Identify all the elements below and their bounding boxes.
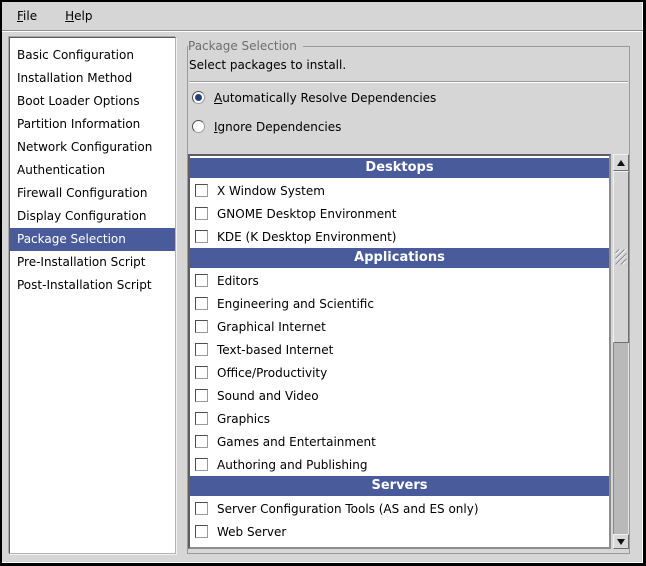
radio-unselected-icon[interactable]: [192, 120, 205, 133]
radio-automatically-resolve-dependencies[interactable]: Automatically Resolve Dependencies: [192, 90, 436, 105]
package-label: Web Server: [217, 525, 286, 539]
package-row-sound-and-video[interactable]: Sound and Video: [190, 384, 609, 407]
vertical-scrollbar[interactable]: [613, 154, 629, 549]
sidebar-item-firewall-configuration[interactable]: Firewall Configuration: [10, 182, 175, 205]
package-row-editors[interactable]: Editors: [190, 269, 609, 292]
checkbox-unchecked-icon[interactable]: [195, 320, 208, 333]
package-label: GNOME Desktop Environment: [217, 207, 396, 221]
package-label: X Window System: [217, 184, 325, 198]
checkbox-unchecked-icon[interactable]: [195, 366, 208, 379]
package-label: Editors: [217, 274, 259, 288]
package-list: Desktops X Window System GNOME Desktop Env…: [188, 154, 611, 549]
package-row-server-configuration-tools-as-and-es-only[interactable]: Server Configuration Tools (AS and ES on…: [190, 497, 609, 520]
checkbox-unchecked-icon[interactable]: [195, 230, 208, 243]
sidebar-item-display-configuration[interactable]: Display Configuration: [10, 205, 175, 228]
sidebar-item-partition-information[interactable]: Partition Information: [10, 113, 175, 136]
radio-label: Ignore Dependencies: [214, 120, 341, 134]
package-row-gnome-desktop-environment[interactable]: GNOME Desktop Environment: [190, 202, 609, 225]
arrow-up-icon: [617, 160, 625, 166]
package-label: Engineering and Scientific: [217, 297, 374, 311]
section-header-desktops: Desktops: [190, 158, 609, 178]
sidebar-item-pre-installation-script[interactable]: Pre-Installation Script: [10, 251, 175, 274]
radio-dot-icon: [195, 94, 202, 101]
checkbox-unchecked-icon[interactable]: [195, 184, 208, 197]
package-list-box: Desktops X Window System GNOME Desktop Env…: [188, 154, 629, 549]
frame-title: Package Selection: [188, 39, 303, 54]
scroll-up-button[interactable]: [613, 154, 629, 171]
menu-item-help[interactable]: Help: [60, 6, 97, 26]
package-label: Authoring and Publishing: [217, 458, 368, 472]
menubar-separator: [2, 30, 643, 32]
package-label: Server Configuration Tools (AS and ES on…: [217, 502, 479, 516]
sidebar-item-boot-loader-options[interactable]: Boot Loader Options: [10, 90, 175, 113]
checkbox-unchecked-icon[interactable]: [195, 525, 208, 538]
package-row-x-window-system[interactable]: X Window System: [190, 179, 609, 202]
arrow-down-icon: [617, 539, 625, 545]
menubar: File Help: [2, 2, 643, 30]
package-row-office-productivity[interactable]: Office/Productivity: [190, 361, 609, 384]
checkbox-unchecked-icon[interactable]: [195, 389, 208, 402]
radio-ignore-dependencies[interactable]: Ignore Dependencies: [192, 119, 341, 134]
kickstart-configurator-window: File Help Basic ConfigurationInstallation…: [0, 0, 646, 566]
checkbox-unchecked-icon[interactable]: [195, 343, 208, 356]
checkbox-unchecked-icon[interactable]: [195, 274, 208, 287]
package-label: Text-based Internet: [217, 343, 333, 357]
package-row-graphics[interactable]: Graphics: [190, 407, 609, 430]
sidebar-item-authentication[interactable]: Authentication: [10, 159, 175, 182]
checkbox-unchecked-icon[interactable]: [195, 297, 208, 310]
package-label: Sound and Video: [217, 389, 319, 403]
package-row-kde-k-desktop-environment[interactable]: KDE (K Desktop Environment): [190, 225, 609, 248]
sidebar-item-basic-configuration[interactable]: Basic Configuration: [10, 44, 175, 67]
sidebar-category-list: Basic ConfigurationInstallation MethodBo…: [9, 37, 176, 554]
instruction-text: Select packages to install.: [189, 58, 346, 72]
sidebar-item-package-selection[interactable]: Package Selection: [10, 228, 175, 251]
package-row-web-server[interactable]: Web Server: [190, 520, 609, 543]
checkbox-unchecked-icon[interactable]: [195, 207, 208, 220]
radio-selected-icon[interactable]: [192, 91, 205, 104]
package-label: Graphics: [217, 412, 270, 426]
scroll-down-button[interactable]: [613, 534, 629, 549]
section-header-servers: Servers: [190, 476, 609, 496]
checkbox-unchecked-icon[interactable]: [195, 412, 208, 425]
menu-item-file[interactable]: File: [12, 6, 42, 26]
scroll-trough[interactable]: [613, 343, 629, 534]
radio-label: Automatically Resolve Dependencies: [214, 91, 436, 105]
package-row-text-based-internet[interactable]: Text-based Internet: [190, 338, 609, 361]
package-label: KDE (K Desktop Environment): [217, 230, 396, 244]
package-label: Games and Entertainment: [217, 435, 376, 449]
sidebar-item-post-installation-script[interactable]: Post-Installation Script: [10, 274, 175, 297]
checkbox-unchecked-icon[interactable]: [195, 435, 208, 448]
package-row-authoring-and-publishing[interactable]: Authoring and Publishing: [190, 453, 609, 476]
thumb-grip-icon: [616, 250, 627, 265]
checkbox-unchecked-icon[interactable]: [195, 458, 208, 471]
section-header-applications: Applications: [190, 248, 609, 268]
sidebar-item-installation-method[interactable]: Installation Method: [10, 67, 175, 90]
package-row-graphical-internet[interactable]: Graphical Internet: [190, 315, 609, 338]
scroll-thumb[interactable]: [613, 171, 629, 343]
sidebar-item-network-configuration[interactable]: Network Configuration: [10, 136, 175, 159]
horizontal-separator: [189, 81, 628, 83]
package-label: Office/Productivity: [217, 366, 327, 380]
package-selection-frame: Package Selection Select packages to ins…: [187, 46, 630, 554]
checkbox-unchecked-icon[interactable]: [195, 502, 208, 515]
package-row-games-and-entertainment[interactable]: Games and Entertainment: [190, 430, 609, 453]
package-label: Graphical Internet: [217, 320, 326, 334]
package-row-engineering-and-scientific[interactable]: Engineering and Scientific: [190, 292, 609, 315]
